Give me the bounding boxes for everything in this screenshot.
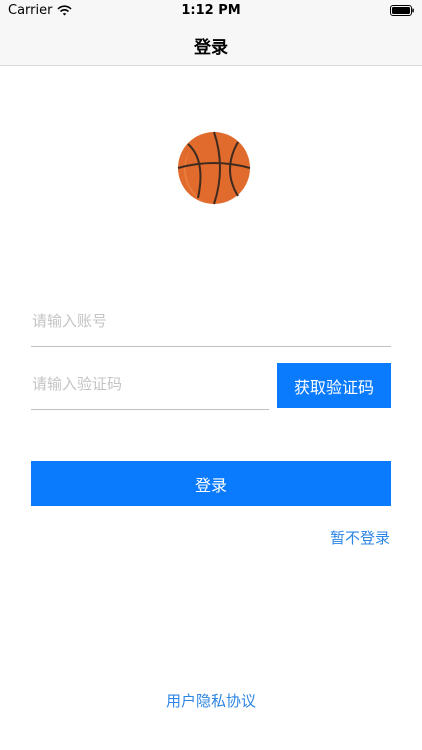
verification-code-input[interactable] bbox=[31, 358, 269, 410]
status-bar: Carrier 1:12 PM bbox=[0, 0, 422, 22]
login-button[interactable]: 登录 bbox=[31, 461, 391, 506]
status-time: 1:12 PM bbox=[181, 3, 241, 18]
get-code-button[interactable]: 获取验证码 bbox=[277, 363, 391, 408]
page-title: 登录 bbox=[194, 38, 228, 58]
skip-login-link[interactable]: 暂不登录 bbox=[330, 527, 390, 548]
battery-icon bbox=[390, 5, 414, 16]
basketball-icon bbox=[177, 131, 251, 205]
account-input[interactable] bbox=[31, 296, 391, 347]
navigation-bar: 登录 bbox=[0, 22, 422, 66]
privacy-policy-link[interactable]: 用户隐私协议 bbox=[0, 690, 422, 711]
